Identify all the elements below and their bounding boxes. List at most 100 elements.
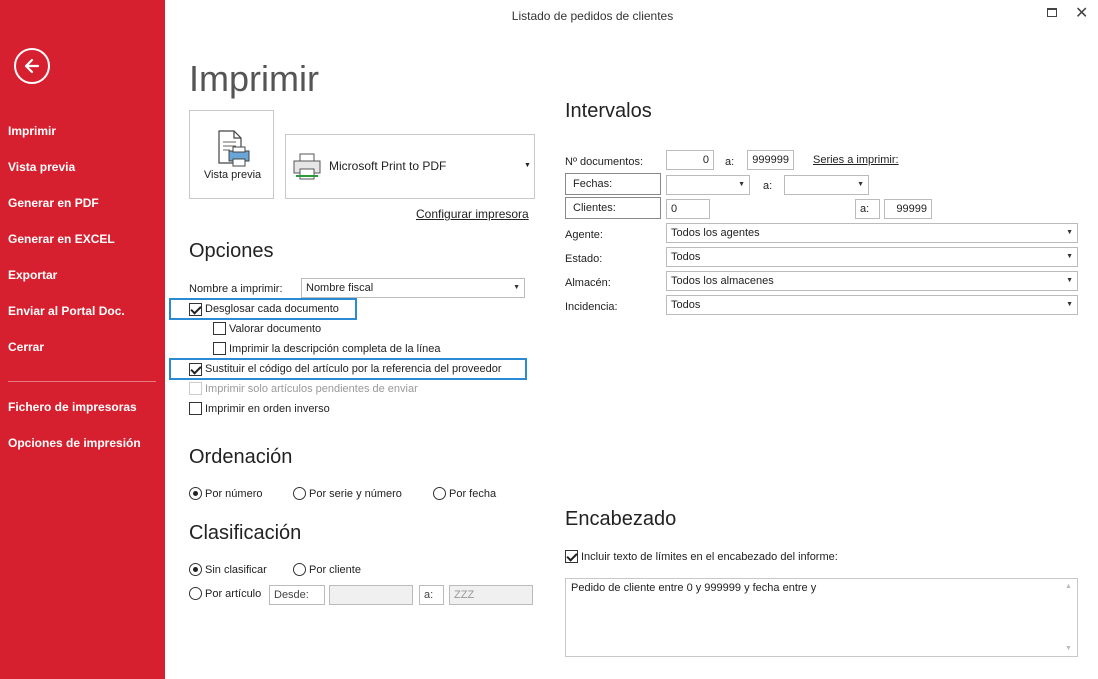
chevron-down-icon: ▼ — [524, 162, 531, 169]
sidebar-item-generar-pdf[interactable]: Generar en PDF — [8, 196, 99, 210]
include-limits-checkbox[interactable] — [565, 550, 578, 563]
chevron-down-icon: ▼ — [857, 181, 864, 188]
state-value: Todos — [671, 251, 701, 263]
sidebar-item-opciones-impresion[interactable]: Opciones de impresión — [8, 436, 141, 450]
name-to-print-select[interactable]: Nombre fiscal ▼ — [301, 278, 525, 298]
ordering-title: Ordenación — [189, 446, 293, 468]
sidebar-item-vista-previa[interactable]: Vista previa — [8, 160, 75, 174]
by-client-label: Por cliente — [309, 564, 361, 576]
valorar-label: Valorar documento — [229, 323, 322, 335]
clients-button[interactable]: Clientes: — [565, 197, 661, 219]
documents-label: Nº documentos: — [565, 156, 643, 168]
window-title: Listado de pedidos de clientes — [511, 9, 674, 23]
name-to-print-label: Nombre a imprimir: — [189, 283, 283, 295]
scroll-down-icon[interactable]: ▼ — [1065, 645, 1072, 652]
back-arrow-icon — [24, 58, 40, 74]
incident-select[interactable]: Todos ▼ — [666, 295, 1078, 315]
header-title: Encabezado — [565, 508, 677, 530]
agent-select[interactable]: Todos los agentes ▼ — [666, 223, 1078, 243]
order-by-date-radio[interactable] — [433, 487, 446, 500]
clients-to-label: a: — [855, 199, 880, 219]
preview-button[interactable]: Vista previa — [189, 110, 274, 199]
pendientes-checkbox — [189, 382, 202, 395]
order-by-series-label: Por serie y número — [309, 488, 402, 500]
documents-to-input[interactable]: 999999 — [747, 150, 794, 170]
scrollbar[interactable]: ▲ ▼ — [1060, 579, 1077, 656]
sustituir-codigo-checkbox[interactable] — [189, 363, 202, 376]
sustituir-codigo-label: Sustituir el código del artículo por la … — [205, 363, 502, 375]
dates-from-select[interactable]: ▼ — [666, 175, 750, 195]
chevron-down-icon: ▼ — [738, 181, 745, 188]
valorar-checkbox[interactable] — [213, 322, 226, 335]
order-by-date-label: Por fecha — [449, 488, 497, 500]
close-icon[interactable]: ✕ — [1075, 3, 1088, 23]
descripcion-completa-checkbox[interactable] — [213, 342, 226, 355]
agent-value: Todos los agentes — [671, 227, 760, 239]
printer-name: Microsoft Print to PDF — [329, 159, 447, 173]
order-by-number-label: Por número — [205, 488, 263, 500]
clients-from-input[interactable]: 0 — [666, 199, 710, 219]
warehouse-label: Almacén: — [565, 277, 611, 289]
incident-label: Incidencia: — [565, 301, 618, 313]
series-to-print-link[interactable]: Series a imprimir: — [813, 154, 899, 166]
maximize-icon[interactable] — [1047, 8, 1057, 17]
printer-icon — [293, 153, 321, 180]
scroll-up-icon[interactable]: ▲ — [1065, 583, 1072, 590]
chevron-down-icon: ▼ — [1066, 301, 1073, 308]
from-article-input — [329, 585, 413, 605]
clients-to-input[interactable]: 99999 — [884, 199, 932, 219]
options-title: Opciones — [189, 240, 274, 262]
to-label: a: — [419, 585, 444, 605]
documents-from-input[interactable]: 0 — [666, 150, 714, 170]
sidebar-divider — [8, 381, 156, 382]
page-title: Imprimir — [189, 58, 319, 99]
chevron-down-icon: ▼ — [1066, 277, 1073, 284]
descripcion-completa-label: Imprimir la descripción completa de la l… — [229, 343, 441, 355]
include-limits-label: Incluir texto de límites en el encabezad… — [581, 551, 838, 563]
desglosar-label: Desglosar cada documento — [205, 303, 339, 315]
chevron-down-icon: ▼ — [1066, 229, 1073, 236]
warehouse-select[interactable]: Todos los almacenes ▼ — [666, 271, 1078, 291]
chevron-down-icon: ▼ — [1066, 253, 1073, 260]
intervals-title: Intervalos — [565, 100, 652, 122]
by-article-label: Por artículo — [205, 588, 262, 600]
sidebar-item-generar-excel[interactable]: Generar en EXCEL — [8, 232, 115, 246]
agent-label: Agente: — [565, 229, 603, 241]
sidebar-item-exportar[interactable]: Exportar — [8, 268, 57, 282]
back-button[interactable] — [14, 48, 50, 84]
warehouse-value: Todos los almacenes — [671, 275, 774, 287]
dates-button[interactable]: Fechas: — [565, 173, 661, 195]
by-article-radio[interactable] — [189, 587, 202, 600]
sidebar-item-fichero-impresoras[interactable]: Fichero de impresoras — [8, 400, 137, 414]
header-textarea[interactable]: Pedido de cliente entre 0 y 999999 y fec… — [565, 578, 1078, 657]
dates-to-label: a: — [763, 180, 773, 192]
preview-label: Vista previa — [203, 169, 262, 181]
from-label: Desde: — [269, 585, 325, 605]
orden-inverso-checkbox[interactable] — [189, 402, 202, 415]
to-article-input: ZZZ — [449, 585, 533, 605]
configure-printer-link[interactable]: Configurar impresora — [416, 207, 529, 221]
documents-to-label: a: — [725, 156, 735, 168]
sidebar: Imprimir Vista previa Generar en PDF Gen… — [0, 0, 165, 679]
classification-title: Clasificación — [189, 522, 302, 544]
by-client-radio[interactable] — [293, 563, 306, 576]
printer-select[interactable]: Microsoft Print to PDF ▼ — [285, 134, 535, 199]
sidebar-item-enviar-portal[interactable]: Enviar al Portal Doc. — [8, 304, 125, 318]
orden-inverso-label: Imprimir en orden inverso — [205, 403, 330, 415]
state-label: Estado: — [565, 253, 603, 265]
chevron-down-icon: ▼ — [513, 284, 520, 291]
incident-value: Todos — [671, 299, 701, 311]
sidebar-item-imprimir[interactable]: Imprimir — [8, 124, 56, 138]
no-classify-label: Sin clasificar — [205, 564, 267, 576]
name-to-print-value: Nombre fiscal — [306, 282, 374, 294]
state-select[interactable]: Todos ▼ — [666, 247, 1078, 267]
header-text: Pedido de cliente entre 0 y 999999 y fec… — [571, 582, 817, 594]
desglosar-checkbox[interactable] — [189, 303, 202, 316]
order-by-number-radio[interactable] — [189, 487, 202, 500]
sidebar-item-cerrar[interactable]: Cerrar — [8, 340, 44, 354]
print-preview-icon — [218, 130, 250, 167]
no-classify-radio[interactable] — [189, 563, 202, 576]
pendientes-label: Imprimir solo artículos pendientes de en… — [205, 383, 418, 395]
dates-to-select[interactable]: ▼ — [784, 175, 869, 195]
order-by-series-radio[interactable] — [293, 487, 306, 500]
